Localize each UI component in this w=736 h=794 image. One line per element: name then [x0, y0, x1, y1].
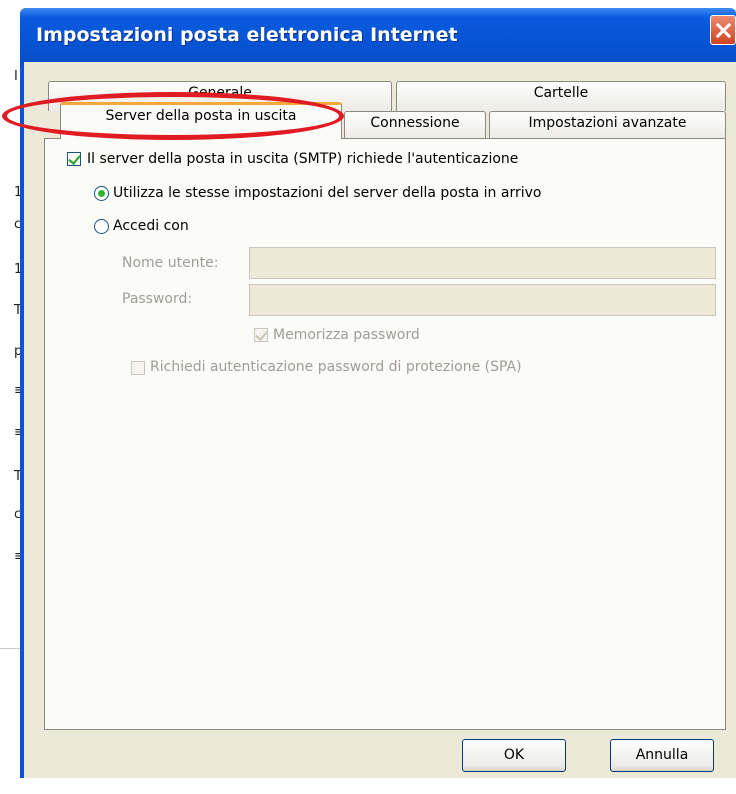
tab-label: Connessione	[370, 115, 460, 131]
dialog-client-area: Generale Cartelle Server della posta in …	[24, 62, 736, 778]
smtp-auth-label: Il server della posta in uscita (SMTP) r…	[87, 151, 519, 167]
remember-password-checkbox[interactable]	[254, 328, 268, 342]
remember-password-label: Memorizza password	[273, 327, 420, 343]
use-same-settings-radio[interactable]	[94, 186, 109, 201]
spa-label: Richiedi autenticazione password di prot…	[150, 359, 522, 375]
smtp-auth-checkbox[interactable]	[67, 152, 81, 166]
cancel-button[interactable]: Annulla	[610, 739, 714, 772]
logon-with-radio[interactable]	[94, 219, 109, 234]
tab-label: Server della posta in uscita	[105, 108, 297, 124]
tab-cartelle[interactable]: Cartelle	[396, 81, 726, 111]
background-text: I	[14, 69, 18, 84]
internet-email-settings-dialog: Impostazioni posta elettronica Internet …	[20, 8, 736, 778]
tab-label: Impostazioni avanzate	[528, 115, 687, 131]
tab-connessione[interactable]: Connessione	[344, 111, 486, 139]
outgoing-server-tab-page: Il server della posta in uscita (SMTP) r…	[44, 138, 726, 730]
tab-label: Cartelle	[533, 85, 589, 101]
password-label: Password:	[122, 291, 193, 307]
tab-impostazioni-avanzate[interactable]: Impostazioni avanzate	[489, 111, 726, 139]
dialog-title: Impostazioni posta elettronica Internet	[36, 24, 458, 46]
tab-server-posta-uscita[interactable]: Server della posta in uscita	[60, 102, 342, 139]
ok-button[interactable]: OK	[462, 739, 566, 772]
password-input[interactable]	[249, 284, 716, 316]
tab-label: Generale	[188, 85, 252, 101]
username-input[interactable]	[249, 247, 716, 279]
username-label: Nome utente:	[122, 255, 219, 271]
close-icon[interactable]	[710, 15, 736, 45]
use-same-settings-label: Utilizza le stesse impostazioni del serv…	[113, 185, 542, 201]
title-bar[interactable]: Impostazioni posta elettronica Internet	[20, 8, 736, 62]
logon-with-label: Accedi con	[113, 218, 189, 234]
spa-checkbox[interactable]	[131, 361, 145, 375]
